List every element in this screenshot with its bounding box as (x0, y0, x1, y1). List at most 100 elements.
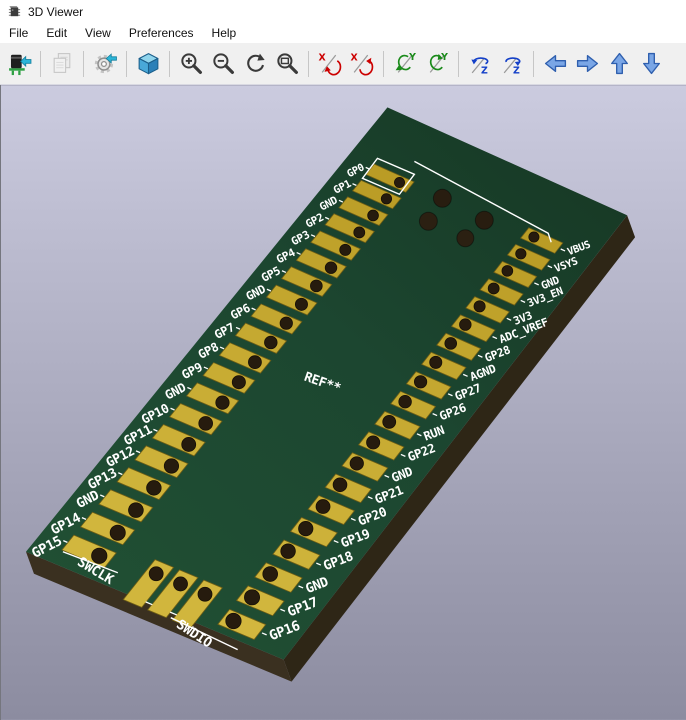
pin-hole (340, 244, 351, 255)
svg-text:Z: Z (481, 65, 488, 76)
right-arrow-icon (575, 51, 600, 76)
pin-hole (399, 395, 412, 408)
pin-hole (394, 177, 404, 187)
pin-hole (244, 590, 259, 605)
menu-file[interactable]: File (0, 24, 37, 42)
rotate-x-cw-icon: X (350, 51, 375, 76)
render-options-gear-icon (93, 51, 118, 76)
toolbar-separator (308, 51, 309, 77)
rotate-z-ccw-icon: Z (468, 51, 493, 76)
svg-text:X: X (318, 52, 326, 63)
toolbar-separator (383, 51, 384, 77)
pin-hole (333, 478, 347, 492)
menu-view[interactable]: View (76, 24, 120, 42)
up-arrow-icon (607, 51, 632, 76)
rotate-x-ccw-icon: X (318, 51, 343, 76)
pin-hole (316, 500, 330, 514)
copy-image-icon (50, 51, 75, 76)
rotate-y-ccw-icon: Y (393, 51, 418, 76)
pin-hole (430, 356, 442, 368)
zoom-fit-button[interactable] (271, 48, 303, 80)
move-up-button[interactable] (603, 48, 635, 80)
menu-preferences[interactable]: Preferences (120, 24, 203, 42)
rotate-y-cw-icon: Y (425, 51, 450, 76)
pin-hole (460, 319, 472, 331)
move-down-button[interactable] (635, 48, 667, 80)
cube-icon (136, 51, 161, 76)
window-title: 3D Viewer (28, 5, 83, 19)
pin-hole (147, 481, 162, 496)
titlebar: 3D Viewer (0, 0, 686, 23)
pin-hole (199, 416, 213, 430)
render-options-button[interactable] (89, 48, 121, 80)
rotate-y-ccw-button[interactable]: Y (389, 48, 421, 80)
zoom-fit-icon (275, 51, 300, 76)
redraw-button[interactable] (239, 48, 271, 80)
pin-hole (310, 280, 322, 292)
pin-hole (182, 437, 196, 451)
debug-pad-hole (149, 567, 163, 581)
rotate-z-ccw-button[interactable]: Z (464, 48, 496, 80)
pin-hole (367, 436, 380, 449)
toolbar-separator (40, 51, 41, 77)
orthographic-view-button[interactable] (132, 48, 164, 80)
rotate-z-cw-icon: Z (500, 51, 525, 76)
pin-hole (350, 457, 363, 470)
menu-edit[interactable]: Edit (37, 24, 76, 42)
pin-hole (280, 317, 292, 329)
pin-hole (110, 525, 125, 540)
pin-hole (263, 567, 278, 582)
rotate-x-cw-button[interactable]: X (346, 48, 378, 80)
menu-help[interactable]: Help (203, 24, 246, 42)
pin-hole (445, 337, 457, 349)
pin-hole (516, 249, 526, 259)
toolbar-separator (83, 51, 84, 77)
svg-text:Y: Y (408, 52, 416, 63)
down-arrow-icon (639, 51, 664, 76)
debug-pad-hole (198, 587, 212, 601)
pin-hole (502, 266, 513, 277)
svg-text:Z: Z (513, 65, 520, 76)
pin-hole (232, 376, 245, 389)
zoom-in-icon (179, 51, 204, 76)
toolbar-separator (126, 51, 127, 77)
pin-hole (368, 210, 379, 221)
toolbar: X X Y Y (0, 43, 686, 85)
pin-hole (226, 613, 241, 628)
reload-board-icon (7, 51, 32, 76)
3d-viewer-window: 3D Viewer File Edit View Preferences Hel… (0, 0, 686, 720)
pin-hole (354, 227, 365, 238)
redraw-icon (243, 51, 268, 76)
pin-hole (265, 336, 278, 349)
pin-hole (248, 356, 261, 369)
zoom-out-button[interactable] (207, 48, 239, 80)
move-right-button[interactable] (571, 48, 603, 80)
pin-hole (216, 396, 229, 409)
pin-hole (164, 459, 178, 473)
pin-hole (295, 298, 307, 310)
svg-text:X: X (350, 52, 358, 63)
3d-viewport[interactable]: GP0GP1GNDGP2GP3GP4GP5GNDGP6GP7GP8GP9GNDG… (0, 85, 686, 720)
left-arrow-icon (543, 51, 568, 76)
pin-hole (529, 232, 539, 242)
pin-hole (299, 521, 313, 535)
pin-hole (488, 283, 499, 294)
copy-image-button[interactable] (46, 48, 78, 80)
zoom-out-icon (211, 51, 236, 76)
pin-hole (474, 301, 485, 312)
debug-pad-hole (174, 577, 188, 591)
rotate-x-ccw-button[interactable]: X (314, 48, 346, 80)
zoom-in-button[interactable] (175, 48, 207, 80)
menubar: File Edit View Preferences Help (0, 23, 686, 43)
reload-board-button[interactable] (3, 48, 35, 80)
rotate-y-cw-button[interactable]: Y (421, 48, 453, 80)
pin-hole (414, 376, 426, 388)
app-chip-icon (7, 4, 22, 19)
pin-hole (129, 503, 144, 518)
toolbar-separator (458, 51, 459, 77)
rotate-z-cw-button[interactable]: Z (496, 48, 528, 80)
toolbar-separator (533, 51, 534, 77)
move-left-button[interactable] (539, 48, 571, 80)
pin-hole (281, 544, 296, 559)
3d-scene: GP0GP1GNDGP2GP3GP4GP5GNDGP6GP7GP8GP9GNDG… (1, 85, 686, 720)
